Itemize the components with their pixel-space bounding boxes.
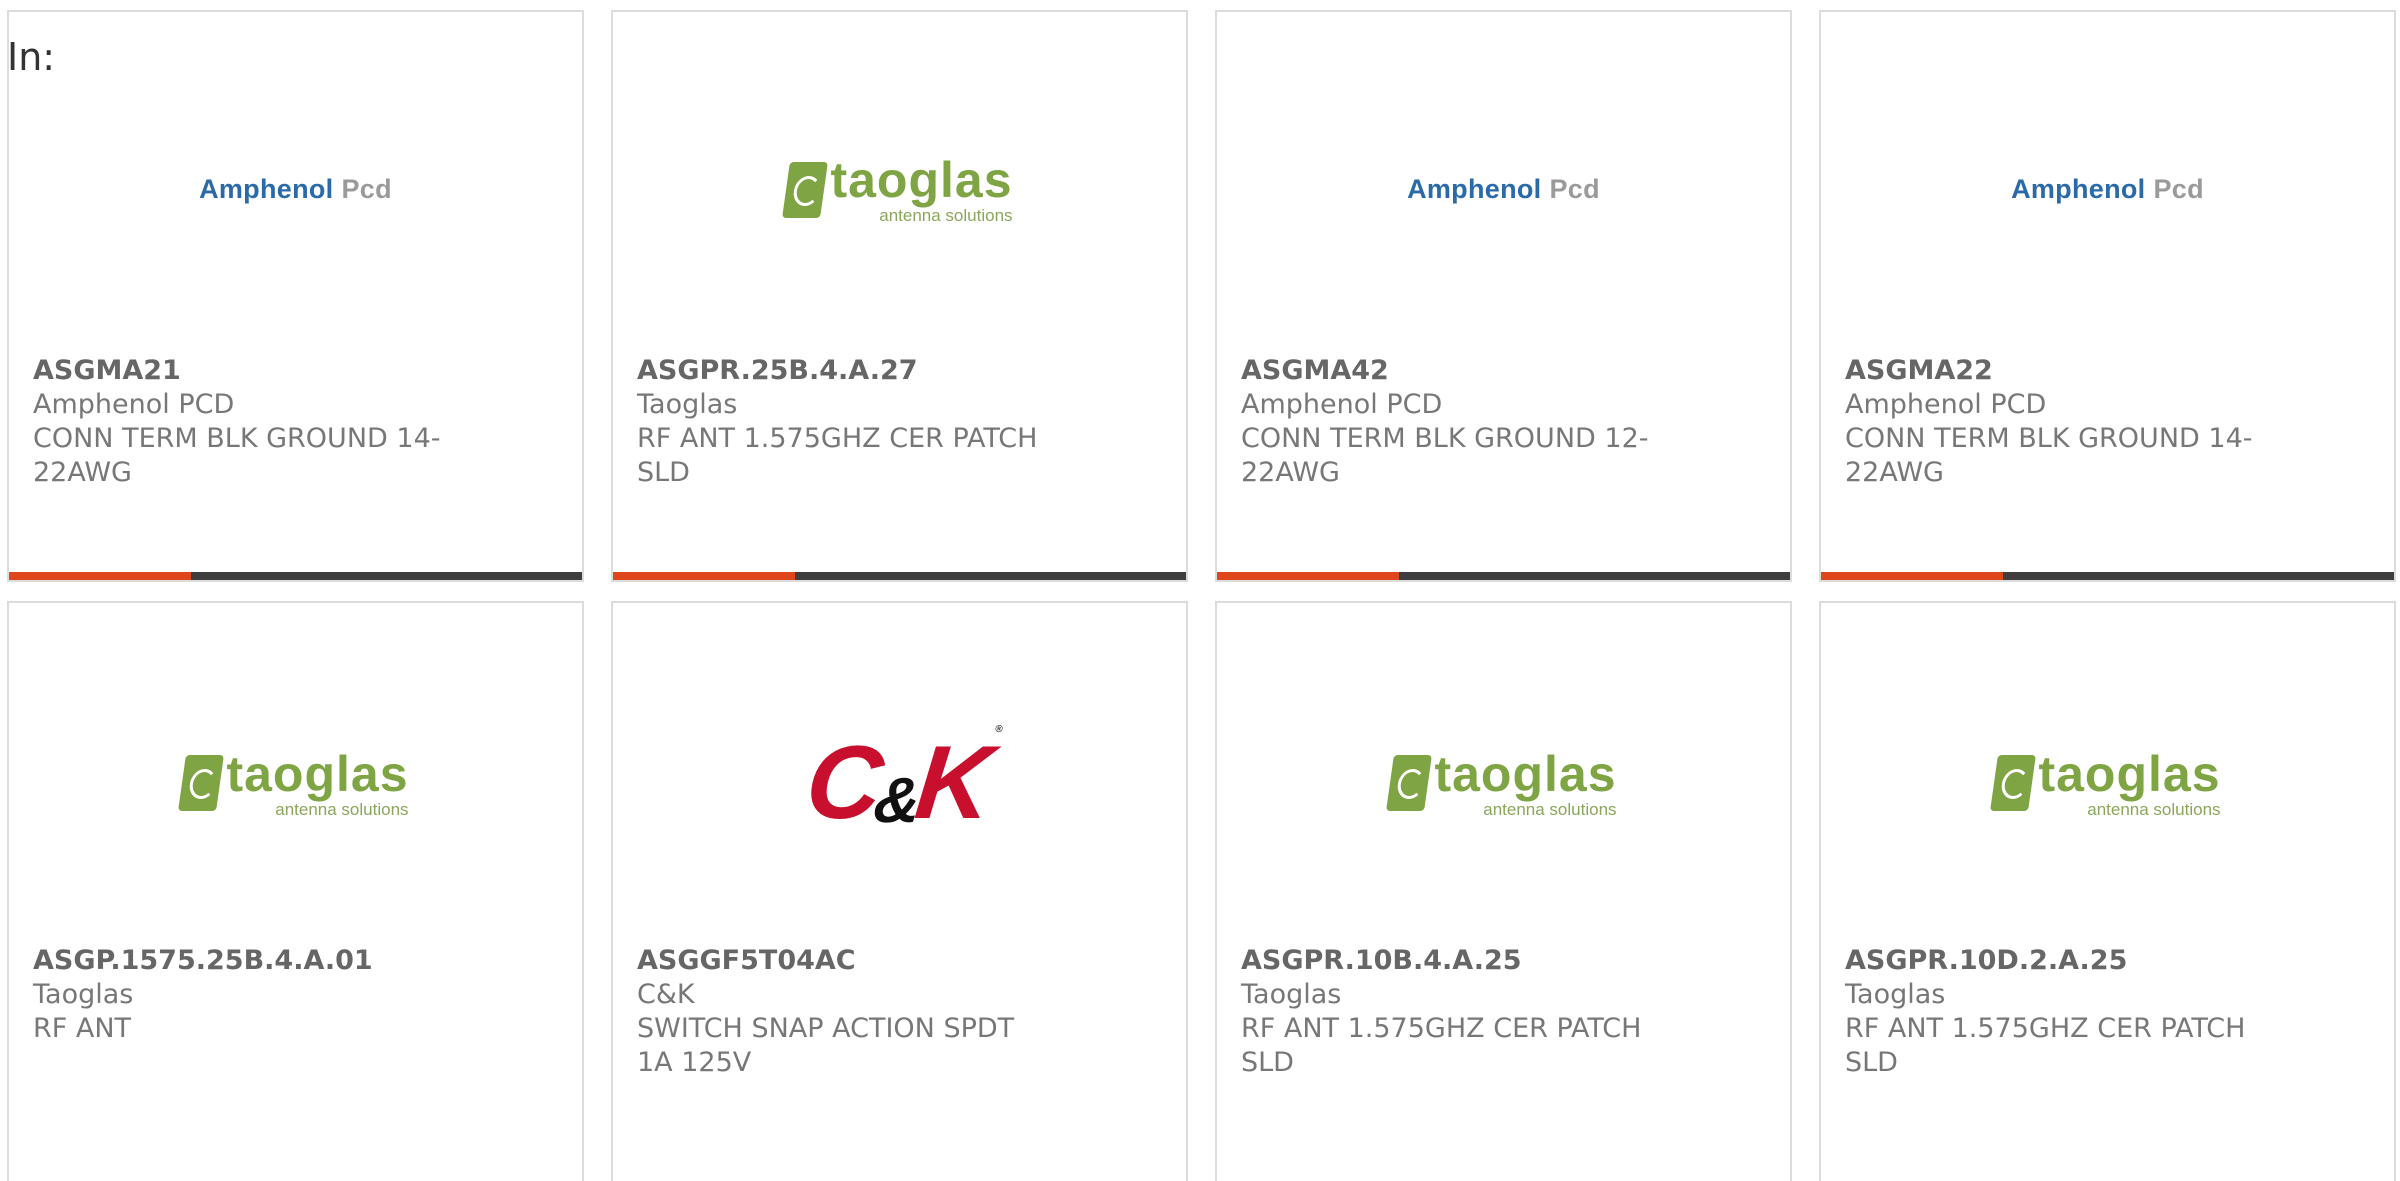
amphenol-logo: Amphenol Pcd xyxy=(1407,174,1600,204)
taoglas-mark-icon xyxy=(1386,755,1433,811)
manufacturer-logo: Amphenol Pcd xyxy=(9,102,582,277)
card-accent-bar xyxy=(1821,572,2003,580)
manufacturer-name: Amphenol PCD xyxy=(33,389,235,420)
part-number[interactable]: ASGMA21 xyxy=(33,354,453,388)
part-number[interactable]: ASGPR.10D.2.A.25 xyxy=(1845,944,2265,978)
manufacturer-name: Taoglas xyxy=(637,389,738,420)
manufacturer-logo: taoglas antenna solutions xyxy=(9,698,582,868)
part-number[interactable]: ASGPR.25B.4.A.27 xyxy=(637,354,1057,388)
product-description: RF ANT 1.575GHZ CER PATCH SLD xyxy=(637,423,1038,488)
part-number[interactable]: ASGMA42 xyxy=(1241,354,1661,388)
product-description: RF ANT 1.575GHZ CER PATCH SLD xyxy=(1845,1013,2246,1078)
taoglas-logo: taoglas antenna solutions xyxy=(178,749,409,818)
product-card[interactable]: taoglas antenna solutions ASGP.1575.25B.4… xyxy=(7,601,584,1181)
taoglas-logo: taoglas antenna solutions xyxy=(782,155,1013,224)
manufacturer-logo: taoglas antenna solutions xyxy=(1821,698,2394,868)
card-accent-bar xyxy=(9,572,191,580)
amphenol-logo: Amphenol Pcd xyxy=(199,174,392,204)
manufacturer-name: Taoglas xyxy=(33,979,134,1010)
product-card[interactable]: Amphenol Pcd ASGMA42 Amphenol PCD CONN TE… xyxy=(1215,10,1792,582)
product-card[interactable]: C & K ® ASGGF5T04AC C&K SWITCH SNAP ACTION … xyxy=(611,601,1188,1181)
product-card[interactable]: Amphenol Pcd ASGMA21 Amphenol PCD CONN TE… xyxy=(7,10,584,582)
manufacturer-logo: Amphenol Pcd xyxy=(1821,102,2394,277)
manufacturer-name: Amphenol PCD xyxy=(1845,389,2047,420)
taoglas-mark-icon xyxy=(178,755,225,811)
manufacturer-logo: taoglas antenna solutions xyxy=(613,102,1186,277)
taoglas-mark-icon xyxy=(782,161,829,218)
part-number[interactable]: ASGPR.10B.4.A.25 xyxy=(1241,944,1661,978)
product-card[interactable]: taoglas antenna solutions ASGPR.25B.4.A.2… xyxy=(611,10,1188,582)
manufacturer-logo: taoglas antenna solutions xyxy=(1217,698,1790,868)
product-description: RF ANT 1.575GHZ CER PATCH SLD xyxy=(1241,1013,1642,1078)
product-card[interactable]: Amphenol Pcd ASGMA22 Amphenol PCD CONN TE… xyxy=(1819,10,2396,582)
taoglas-logo: taoglas antenna solutions xyxy=(1386,749,1617,818)
manufacturer-name: Taoglas xyxy=(1241,979,1342,1010)
product-description: CONN TERM BLK GROUND 12-22AWG xyxy=(1241,423,1649,488)
card-bottom-bar xyxy=(613,572,1186,580)
card-accent-bar xyxy=(613,572,795,580)
product-card[interactable]: taoglas antenna solutions ASGPR.10B.4.A.2… xyxy=(1215,601,1792,1181)
manufacturer-name: Amphenol PCD xyxy=(1241,389,1443,420)
filter-label: In: xyxy=(7,35,56,79)
ck-logo: C & K ® xyxy=(800,723,999,841)
taoglas-logo: taoglas antenna solutions xyxy=(1990,749,2221,818)
product-grid: Amphenol Pcd ASGMA21 Amphenol PCD CONN TE… xyxy=(0,0,2400,1181)
manufacturer-name: Taoglas xyxy=(1845,979,1946,1010)
card-bottom-bar xyxy=(9,572,582,580)
card-bottom-bar xyxy=(1821,572,2394,580)
amphenol-logo: Amphenol Pcd xyxy=(2011,174,2204,204)
product-card[interactable]: taoglas antenna solutions ASGPR.10D.2.A.2… xyxy=(1819,601,2396,1181)
part-number[interactable]: ASGP.1575.25B.4.A.01 xyxy=(33,944,453,978)
product-description: RF ANT xyxy=(33,1013,132,1044)
manufacturer-logo: Amphenol Pcd xyxy=(1217,102,1790,277)
manufacturer-logo: C & K ® xyxy=(613,698,1186,868)
part-number[interactable]: ASGMA22 xyxy=(1845,354,2265,388)
part-number[interactable]: ASGGF5T04AC xyxy=(637,944,1057,978)
card-accent-bar xyxy=(1217,572,1399,580)
card-bottom-bar xyxy=(1217,572,1790,580)
product-description: CONN TERM BLK GROUND 14-22AWG xyxy=(33,423,441,488)
product-description: SWITCH SNAP ACTION SPDT 1A 125V xyxy=(637,1013,1015,1078)
product-description: CONN TERM BLK GROUND 14-22AWG xyxy=(1845,423,2253,488)
taoglas-mark-icon xyxy=(1990,755,2037,811)
manufacturer-name: C&K xyxy=(637,979,695,1010)
